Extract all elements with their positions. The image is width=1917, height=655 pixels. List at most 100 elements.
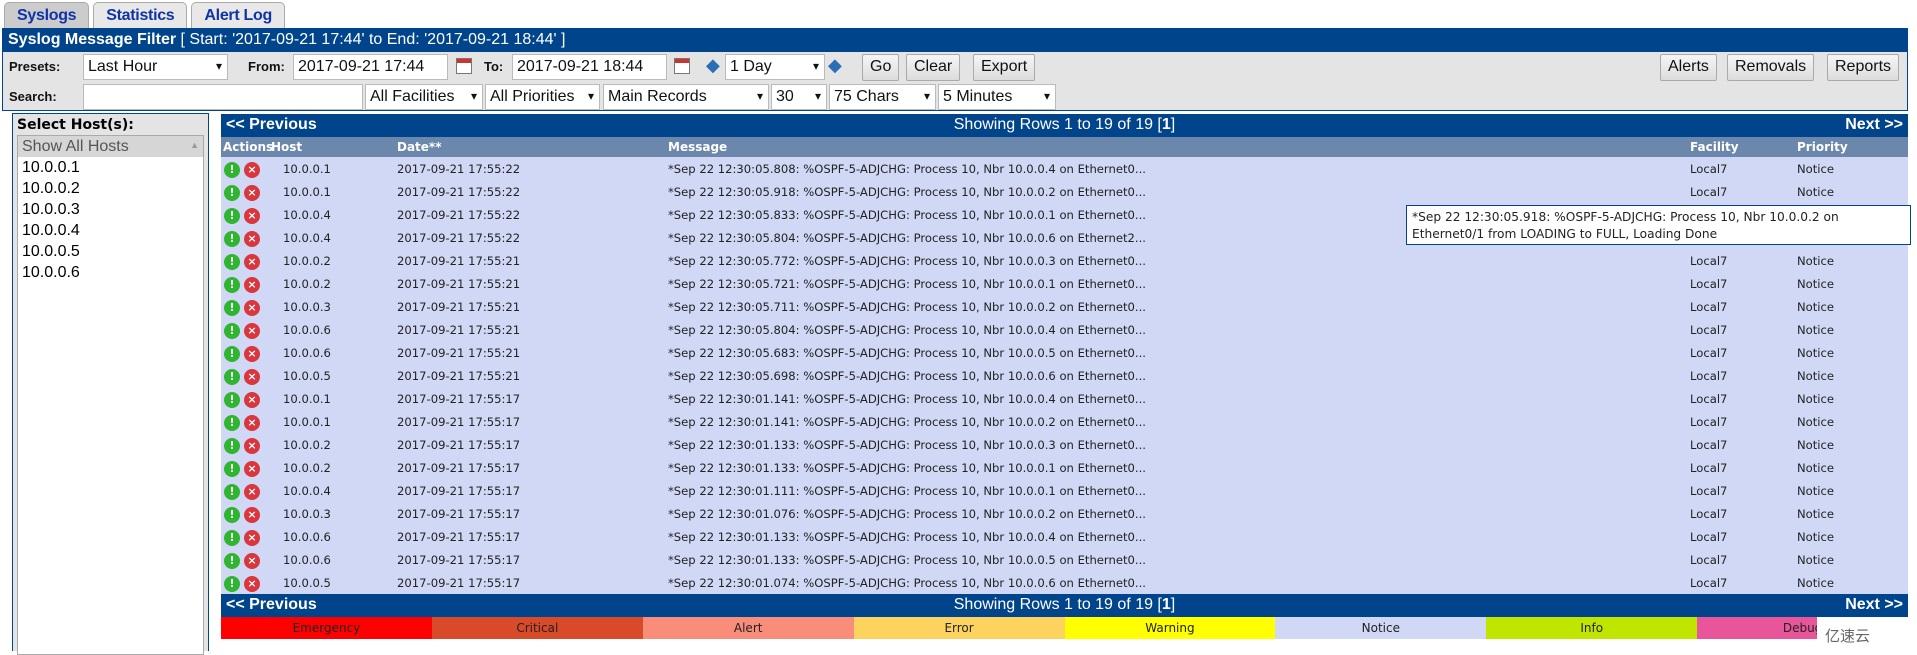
alert-action-icon[interactable]: !: [224, 231, 240, 247]
alert-action-icon[interactable]: !: [224, 553, 240, 569]
cell-message[interactable]: *Sep 22 12:30:05.808: %OSPF-5-ADJCHG: Pr…: [668, 162, 1146, 176]
clear-button[interactable]: Clear: [906, 54, 961, 81]
remove-action-icon[interactable]: ×: [244, 162, 260, 178]
rows-select[interactable]: 30: [771, 84, 827, 110]
host-option[interactable]: 10.0.0.1: [18, 157, 203, 178]
remove-action-icon[interactable]: ×: [244, 369, 260, 385]
remove-action-icon[interactable]: ×: [244, 346, 260, 362]
host-option[interactable]: 10.0.0.5: [18, 241, 203, 262]
to-input[interactable]: 2017-09-21 18:44: [512, 54, 667, 80]
remove-action-icon[interactable]: ×: [244, 530, 260, 546]
alert-action-icon[interactable]: !: [224, 208, 240, 224]
cell-message[interactable]: *Sep 22 12:30:01.133: %OSPF-5-ADJCHG: Pr…: [668, 438, 1146, 452]
cell-message[interactable]: *Sep 22 12:30:01.141: %OSPF-5-ADJCHG: Pr…: [668, 392, 1146, 406]
col-date[interactable]: Date**: [397, 140, 441, 154]
alert-action-icon[interactable]: !: [224, 346, 240, 362]
host-option[interactable]: Show All Hosts: [18, 136, 203, 157]
chars-select[interactable]: 75 Chars: [829, 84, 936, 110]
cell-message[interactable]: *Sep 22 12:30:01.074: %OSPF-5-ADJCHG: Pr…: [668, 576, 1146, 590]
cell-message[interactable]: *Sep 22 12:30:05.683: %OSPF-5-ADJCHG: Pr…: [668, 346, 1146, 360]
remove-action-icon[interactable]: ×: [244, 323, 260, 339]
host-option[interactable]: 10.0.0.3: [18, 199, 203, 220]
next-link[interactable]: Next >>: [1845, 116, 1903, 134]
tab-syslogs[interactable]: Syslogs: [4, 2, 90, 29]
remove-action-icon[interactable]: ×: [244, 208, 260, 224]
cell-message[interactable]: *Sep 22 12:30:05.918: %OSPF-5-ADJCHG: Pr…: [668, 185, 1146, 199]
page-link[interactable]: 1: [1162, 596, 1171, 613]
span-select[interactable]: 1 Day: [725, 54, 825, 80]
remove-action-icon[interactable]: ×: [244, 254, 260, 270]
col-host[interactable]: Host: [271, 140, 302, 154]
host-list[interactable]: ▲ Show All Hosts 10.0.0.1 10.0.0.2 10.0.0.3…: [17, 135, 204, 655]
arrow-right-icon[interactable]: ◆: [828, 55, 842, 76]
cell-message[interactable]: *Sep 22 12:30:05.833: %OSPF-5-ADJCHG: Pr…: [668, 208, 1146, 222]
priorities-select[interactable]: All Priorities: [485, 84, 600, 110]
remove-action-icon[interactable]: ×: [244, 507, 260, 523]
alert-action-icon[interactable]: !: [224, 369, 240, 385]
arrow-left-icon[interactable]: ◆: [706, 55, 720, 76]
tab-alert-log[interactable]: Alert Log: [191, 2, 285, 29]
alert-action-icon[interactable]: !: [224, 507, 240, 523]
host-option[interactable]: 10.0.0.4: [18, 220, 203, 241]
alert-action-icon[interactable]: !: [224, 277, 240, 293]
cell-message[interactable]: *Sep 22 12:30:01.141: %OSPF-5-ADJCHG: Pr…: [668, 415, 1146, 429]
alert-action-icon[interactable]: !: [224, 323, 240, 339]
next-link[interactable]: Next >>: [1845, 596, 1903, 614]
remove-action-icon[interactable]: ×: [244, 300, 260, 316]
cell-message[interactable]: *Sep 22 12:30:01.076: %OSPF-5-ADJCHG: Pr…: [668, 507, 1146, 521]
cell-message[interactable]: *Sep 22 12:30:05.804: %OSPF-5-ADJCHG: Pr…: [668, 231, 1146, 245]
cell-facility: Local7: [1690, 392, 1728, 406]
remove-action-icon[interactable]: ×: [244, 438, 260, 454]
search-input[interactable]: [83, 84, 363, 110]
cell-message[interactable]: *Sep 22 12:30:05.698: %OSPF-5-ADJCHG: Pr…: [668, 369, 1146, 383]
records-select[interactable]: Main Records: [603, 84, 769, 110]
tab-statistics[interactable]: Statistics: [93, 2, 188, 29]
cell-message[interactable]: *Sep 22 12:30:01.111: %OSPF-5-ADJCHG: Pr…: [668, 484, 1146, 498]
refresh-select[interactable]: 5 Minutes: [938, 84, 1056, 110]
cell-message[interactable]: *Sep 22 12:30:01.133: %OSPF-5-ADJCHG: Pr…: [668, 553, 1146, 567]
page-link[interactable]: 1: [1162, 116, 1171, 133]
reports-button[interactable]: Reports: [1827, 54, 1900, 81]
host-option[interactable]: 10.0.0.2: [18, 178, 203, 199]
go-button[interactable]: Go: [862, 54, 900, 81]
alert-action-icon[interactable]: !: [224, 484, 240, 500]
presets-select[interactable]: Last Hour: [83, 54, 228, 80]
export-button[interactable]: Export: [973, 54, 1036, 81]
alert-action-icon[interactable]: !: [224, 300, 240, 316]
host-option[interactable]: 10.0.0.6: [18, 262, 203, 283]
alert-action-icon[interactable]: !: [224, 576, 240, 592]
facilities-select[interactable]: All Facilities: [365, 84, 483, 110]
cell-message[interactable]: *Sep 22 12:30:05.772: %OSPF-5-ADJCHG: Pr…: [668, 254, 1146, 268]
remove-action-icon[interactable]: ×: [244, 231, 260, 247]
removals-button[interactable]: Removals: [1727, 54, 1815, 81]
alert-action-icon[interactable]: !: [224, 438, 240, 454]
remove-action-icon[interactable]: ×: [244, 553, 260, 569]
cell-message[interactable]: *Sep 22 12:30:05.804: %OSPF-5-ADJCHG: Pr…: [668, 323, 1146, 337]
cell-message[interactable]: *Sep 22 12:30:05.711: %OSPF-5-ADJCHG: Pr…: [668, 300, 1146, 314]
remove-action-icon[interactable]: ×: [244, 392, 260, 408]
calendar-icon[interactable]: [456, 58, 472, 74]
alert-action-icon[interactable]: !: [224, 185, 240, 201]
calendar-icon[interactable]: [674, 58, 690, 74]
from-input[interactable]: 2017-09-21 17:44: [293, 54, 448, 80]
remove-action-icon[interactable]: ×: [244, 461, 260, 477]
cell-message[interactable]: *Sep 22 12:30:01.133: %OSPF-5-ADJCHG: Pr…: [668, 461, 1146, 475]
col-priority[interactable]: Priority: [1797, 140, 1848, 154]
remove-action-icon[interactable]: ×: [244, 185, 260, 201]
alerts-button[interactable]: Alerts: [1660, 54, 1717, 81]
alert-action-icon[interactable]: !: [224, 392, 240, 408]
alert-action-icon[interactable]: !: [224, 162, 240, 178]
alert-action-icon[interactable]: !: [224, 415, 240, 431]
alert-action-icon[interactable]: !: [224, 530, 240, 546]
alert-action-icon[interactable]: !: [224, 254, 240, 270]
scroll-up-icon[interactable]: ▲: [190, 140, 199, 150]
remove-action-icon[interactable]: ×: [244, 277, 260, 293]
col-facility[interactable]: Facility: [1690, 140, 1739, 154]
cell-message[interactable]: *Sep 22 12:30:01.133: %OSPF-5-ADJCHG: Pr…: [668, 530, 1146, 544]
remove-action-icon[interactable]: ×: [244, 484, 260, 500]
alert-action-icon[interactable]: !: [224, 461, 240, 477]
cell-message[interactable]: *Sep 22 12:30:05.721: %OSPF-5-ADJCHG: Pr…: [668, 277, 1146, 291]
remove-action-icon[interactable]: ×: [244, 576, 260, 592]
col-message[interactable]: Message: [668, 140, 727, 154]
remove-action-icon[interactable]: ×: [244, 415, 260, 431]
